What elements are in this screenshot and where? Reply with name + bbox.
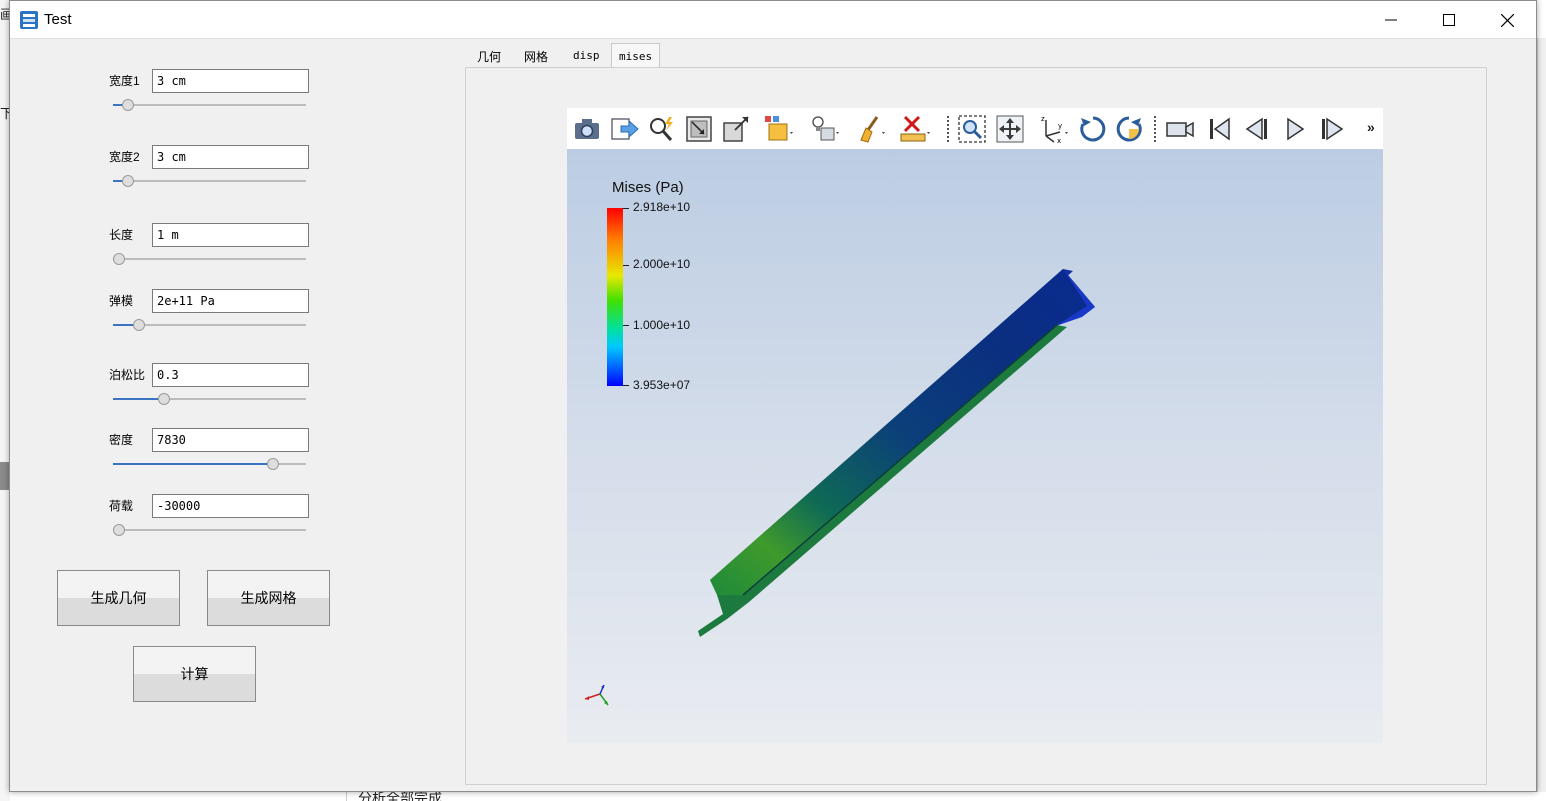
poisson-input[interactable]: 0.3 [152, 363, 309, 387]
toolbar-separator [947, 116, 949, 142]
title-bar[interactable]: Test [10, 1, 1536, 39]
zoom-box-icon[interactable] [957, 114, 987, 144]
load-input[interactable]: -30000 [152, 494, 309, 518]
tab-mesh[interactable]: 网格 [517, 43, 555, 68]
camera-icon[interactable] [572, 114, 602, 144]
toolbar-more-button[interactable]: » [1367, 119, 1375, 135]
minimize-icon [1385, 19, 1397, 21]
tab-geometry[interactable]: 几何 [470, 43, 508, 68]
colorbar-label-min: 3.953e+07 [633, 378, 691, 392]
svg-text:z: z [1041, 115, 1045, 123]
length-input[interactable]: 1 m [152, 223, 309, 247]
param-label: 长度 [109, 228, 134, 242]
axes-icon[interactable]: z yx [1038, 114, 1068, 144]
colorbar-label: 1.000e+10 [633, 318, 691, 332]
load-slider[interactable] [113, 524, 306, 536]
modulus-input[interactable]: 2e+11 Pa [152, 289, 309, 313]
svg-text:y: y [1058, 122, 1062, 130]
slider-fill [113, 463, 273, 465]
param-label: 泊松比 [109, 368, 146, 382]
param-row-width2: 宽度2 3 cm [10, 145, 340, 205]
rotate-cw-icon[interactable] [1078, 114, 1108, 144]
colorbar-title: Mises (Pa) [612, 179, 684, 196]
colorbar-label: 2.000e+10 [633, 257, 691, 271]
slider-thumb[interactable] [113, 524, 125, 536]
beam-model [584, 269, 1095, 706]
clear-icon[interactable] [855, 114, 885, 144]
maximize-view-icon[interactable] [721, 114, 751, 144]
viewer-toolbar: z yx » [567, 108, 1383, 149]
slider-thumb[interactable] [113, 253, 125, 265]
param-label: 宽度2 [109, 150, 140, 164]
param-row-width1: 宽度1 3 cm [10, 69, 340, 129]
svg-text:x: x [1057, 137, 1061, 144]
width2-input[interactable]: 3 cm [152, 145, 309, 169]
window-title: Test [44, 11, 72, 28]
slider-thumb[interactable] [132, 319, 145, 331]
close-icon [1500, 13, 1514, 27]
density-input[interactable]: 7830 [152, 428, 309, 452]
param-row-load: 荷载 -30000 [10, 494, 340, 554]
tab-mises[interactable]: mises [611, 43, 661, 68]
colorbar-label-max: 2.918e+10 [633, 200, 691, 214]
density-slider[interactable] [113, 458, 306, 470]
colorbar-tick [623, 385, 629, 386]
pan-icon[interactable] [995, 114, 1025, 144]
ruler-delete-icon[interactable] [900, 114, 930, 144]
close-button[interactable] [1478, 1, 1536, 39]
play-icon[interactable] [1280, 114, 1310, 144]
compute-button[interactable]: 计算 [133, 646, 256, 702]
export-icon[interactable] [609, 114, 639, 144]
width2-slider[interactable] [113, 175, 306, 187]
maximize-button[interactable] [1420, 1, 1478, 39]
length-slider[interactable] [113, 253, 306, 265]
representation-icon[interactable] [763, 114, 793, 144]
generate-mesh-button[interactable]: 生成网格 [207, 570, 330, 626]
width1-slider[interactable] [113, 99, 306, 111]
camera-video-icon[interactable] [1165, 114, 1195, 144]
colorbar-tick [623, 208, 629, 209]
reset-view-icon[interactable] [684, 114, 714, 144]
app-icon [20, 11, 38, 29]
param-label: 密度 [109, 433, 134, 447]
slider-thumb[interactable] [122, 99, 135, 111]
param-label: 荷载 [109, 499, 134, 513]
background-app-edge [1537, 38, 1546, 801]
render-view: z yx » Mises (Pa) 2.918e+10 2.000e+10 1.0… [567, 108, 1383, 743]
orientation-axes [584, 684, 609, 706]
poisson-slider[interactable] [113, 393, 306, 405]
param-label: 弹模 [109, 294, 134, 308]
tab-disp[interactable]: disp [566, 43, 607, 68]
colorbar-tick [623, 265, 629, 266]
param-row-density: 密度 7830 [10, 428, 340, 488]
colorbar [607, 208, 623, 386]
generate-geometry-button[interactable]: 生成几何 [57, 570, 180, 626]
param-label: 宽度1 [109, 74, 140, 88]
colorbar-tick [623, 325, 629, 326]
width1-input[interactable]: 3 cm [152, 69, 309, 93]
beam-body [710, 269, 1095, 595]
param-row-poisson: 泊松比 0.3 [10, 363, 340, 423]
param-row-length: 长度 1 m [10, 223, 340, 283]
first-frame-icon[interactable] [1205, 114, 1235, 144]
maximize-icon [1443, 14, 1455, 26]
beam-flange [698, 325, 1067, 637]
render-canvas[interactable]: Mises (Pa) 2.918e+10 2.000e+10 1.000e+10… [567, 149, 1383, 743]
toolbar-separator [1154, 116, 1156, 142]
slider-thumb[interactable] [122, 175, 135, 187]
slider-thumb[interactable] [266, 458, 279, 470]
modulus-slider[interactable] [113, 319, 306, 331]
next-frame-icon[interactable] [1317, 114, 1347, 144]
param-row-modulus: 弹模 2e+11 Pa [10, 289, 340, 349]
magic-zoom-icon[interactable] [647, 114, 677, 144]
rotate-ccw-icon[interactable] [1114, 114, 1144, 144]
slider-thumb[interactable] [158, 393, 171, 405]
main-window: Test 宽度1 3 cm 宽度2 3 cm 长度 1 m 弹模 2e+11 P… [9, 0, 1537, 792]
beam-shadow-line [742, 324, 1058, 596]
background-panel [346, 792, 1546, 801]
prev-frame-icon[interactable] [1242, 114, 1272, 144]
light-icon[interactable] [809, 114, 839, 144]
slider-fill [113, 398, 165, 400]
minimize-button[interactable] [1362, 1, 1420, 39]
